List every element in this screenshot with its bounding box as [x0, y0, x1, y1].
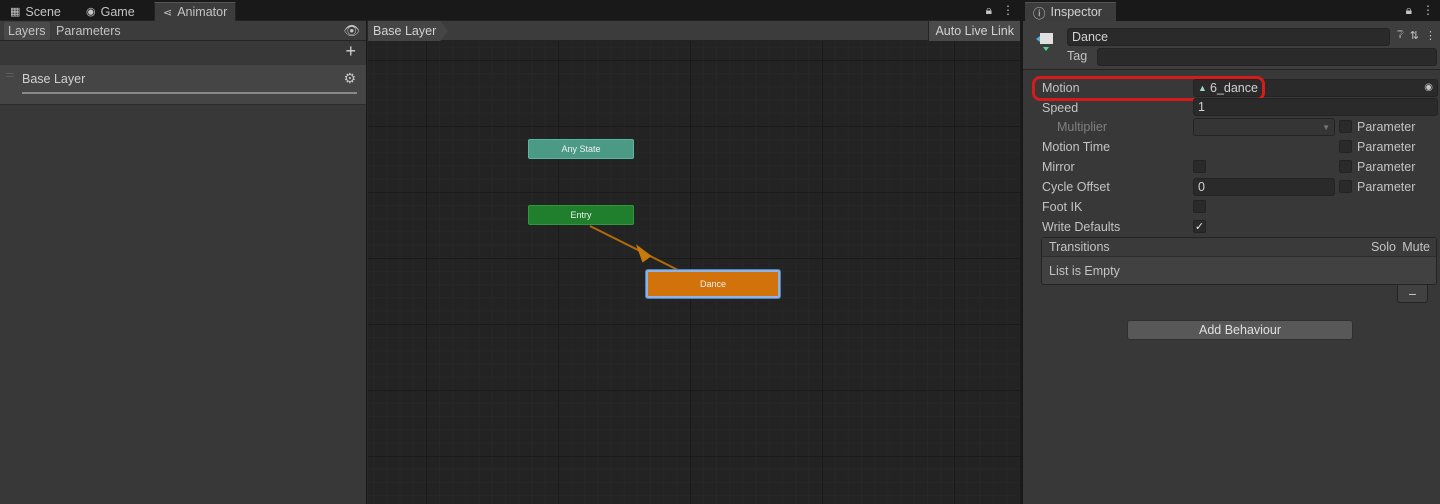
object-picker-icon[interactable]: ◉	[1424, 82, 1433, 93]
checkmark-icon: ✓	[1194, 221, 1205, 233]
cycle-offset-parameter-checkbox[interactable]	[1339, 180, 1352, 193]
foot-ik-checkbox[interactable]	[1193, 200, 1206, 213]
drag-handle-icon[interactable]	[6, 73, 14, 77]
any-state-node[interactable]: Any State	[528, 139, 634, 159]
gamepad-icon: ◉	[86, 6, 96, 18]
cycle-offset-field[interactable]: 0	[1193, 178, 1335, 196]
eye-icon[interactable]: 👁︎	[343, 23, 360, 39]
animator-state-icon	[1036, 33, 1053, 51]
lock-icon[interactable]: 🔒︎	[1406, 3, 1412, 18]
entry-node[interactable]: Entry	[528, 205, 634, 225]
motion-time-parameter-label: Parameter	[1357, 140, 1416, 154]
transitions-empty-text: List is Empty	[1049, 264, 1120, 278]
more-icon[interactable]: ⋮	[1425, 29, 1436, 42]
layers-panel-empty-area	[0, 106, 366, 504]
left-window-controls: 🔒︎ ⋮	[986, 3, 1014, 18]
inspector-window: ⓘ Inspector 🔒︎ ⋮ Dance ❔︎ ⇅ ⋮ Tag Motion…	[1022, 0, 1440, 504]
speed-label: Speed	[1042, 101, 1079, 115]
mirror-checkbox[interactable]	[1193, 160, 1206, 173]
more-icon[interactable]: ⋮	[1002, 3, 1014, 18]
layer-item-base[interactable]: Base Layer ⚙︎	[0, 65, 366, 105]
tab-inspector-label: Inspector	[1050, 5, 1102, 19]
tab-scene-label: Scene	[25, 4, 61, 19]
transitions-header: Transitions Solo Mute	[1042, 238, 1436, 257]
mirror-parameter-label: Parameter	[1357, 160, 1416, 174]
tab-parameters[interactable]: Parameters	[52, 22, 125, 40]
inspector-window-controls: 🔒︎ ⋮	[1406, 3, 1434, 18]
motion-time-label: Motion Time	[1042, 140, 1111, 154]
inspector-header: Dance ❔︎ ⇅ ⋮ Tag	[1023, 21, 1440, 70]
header-icons: ❔︎ ⇅ ⋮	[1397, 29, 1436, 42]
transition-arrow[interactable]	[368, 21, 1020, 504]
mirror-parameter-checkbox[interactable]	[1339, 160, 1352, 173]
settings-sliders-icon[interactable]: ⇅	[1410, 29, 1419, 42]
more-icon[interactable]: ⋮	[1422, 3, 1434, 18]
tab-scene[interactable]: ▦ Scene	[2, 2, 69, 21]
animator-icon: ⋖	[163, 6, 173, 19]
write-defaults-checkbox[interactable]: ✓	[1193, 220, 1206, 233]
multiplier-dropdown[interactable]: ▼	[1193, 118, 1335, 136]
left-tab-bar: ▦ Scene ◉ Game ⋖ Animator 🔒︎ ⋮	[0, 0, 1020, 21]
layers-panel-toolbar: Layers Parameters 👁︎	[0, 21, 366, 41]
cycle-offset-label: Cycle Offset	[1042, 180, 1110, 194]
mute-column-label: Mute	[1402, 240, 1430, 254]
dance-state-node[interactable]: Dance	[646, 270, 780, 298]
tab-layers[interactable]: Layers	[4, 22, 50, 40]
tab-animator-label: Animator	[177, 5, 228, 19]
transitions-list: Transitions Solo Mute List is Empty	[1041, 237, 1437, 285]
tag-label: Tag	[1067, 49, 1088, 63]
add-behaviour-button[interactable]: Add Behaviour	[1127, 320, 1353, 340]
layer-weight-bar	[22, 92, 357, 94]
multiplier-label: Multiplier	[1057, 120, 1108, 134]
layers-panel: Layers Parameters 👁︎ + Base Layer ⚙︎	[0, 21, 367, 504]
state-name-field[interactable]: Dance	[1067, 28, 1390, 46]
multiplier-parameter-label: Parameter	[1357, 120, 1416, 134]
add-layer-button[interactable]: +	[345, 41, 356, 61]
grid-icon: ▦	[10, 6, 21, 18]
speed-field[interactable]: 1	[1193, 98, 1438, 116]
tab-animator[interactable]: ⋖ Animator	[154, 2, 237, 21]
cycle-offset-parameter-label: Parameter	[1357, 180, 1416, 194]
motion-time-parameter-checkbox[interactable]	[1339, 140, 1352, 153]
tag-field[interactable]	[1097, 48, 1437, 66]
tab-game[interactable]: ◉ Game	[78, 2, 143, 21]
foot-ik-label: Foot IK	[1042, 200, 1083, 214]
gear-icon[interactable]: ⚙︎	[343, 70, 356, 87]
animator-graph[interactable]: Base Layer Auto Live Link Any State Entr…	[368, 21, 1020, 504]
transitions-title: Transitions	[1049, 240, 1110, 254]
multiplier-parameter-checkbox[interactable]	[1339, 120, 1352, 133]
remove-transition-button[interactable]: −	[1397, 285, 1428, 303]
animator-window: ▦ Scene ◉ Game ⋖ Animator 🔒︎ ⋮ Layers Pa…	[0, 0, 1020, 504]
tab-inspector[interactable]: ⓘ Inspector	[1025, 2, 1116, 21]
tab-game-label: Game	[100, 4, 135, 19]
solo-column-label: Solo	[1370, 240, 1396, 254]
write-defaults-label: Write Defaults	[1042, 220, 1121, 234]
inspector-tab-bar: ⓘ Inspector 🔒︎ ⋮	[1023, 0, 1440, 21]
help-icon[interactable]: ❔︎	[1397, 29, 1404, 42]
mirror-label: Mirror	[1042, 160, 1075, 174]
chevron-down-icon: ▼	[1322, 122, 1330, 132]
info-icon: ⓘ	[1033, 6, 1046, 21]
layer-name: Base Layer	[22, 72, 86, 86]
lock-icon[interactable]: 🔒︎	[986, 3, 992, 18]
unity-editor: ▦ Scene ◉ Game ⋖ Animator 🔒︎ ⋮ Layers Pa…	[0, 0, 1440, 504]
